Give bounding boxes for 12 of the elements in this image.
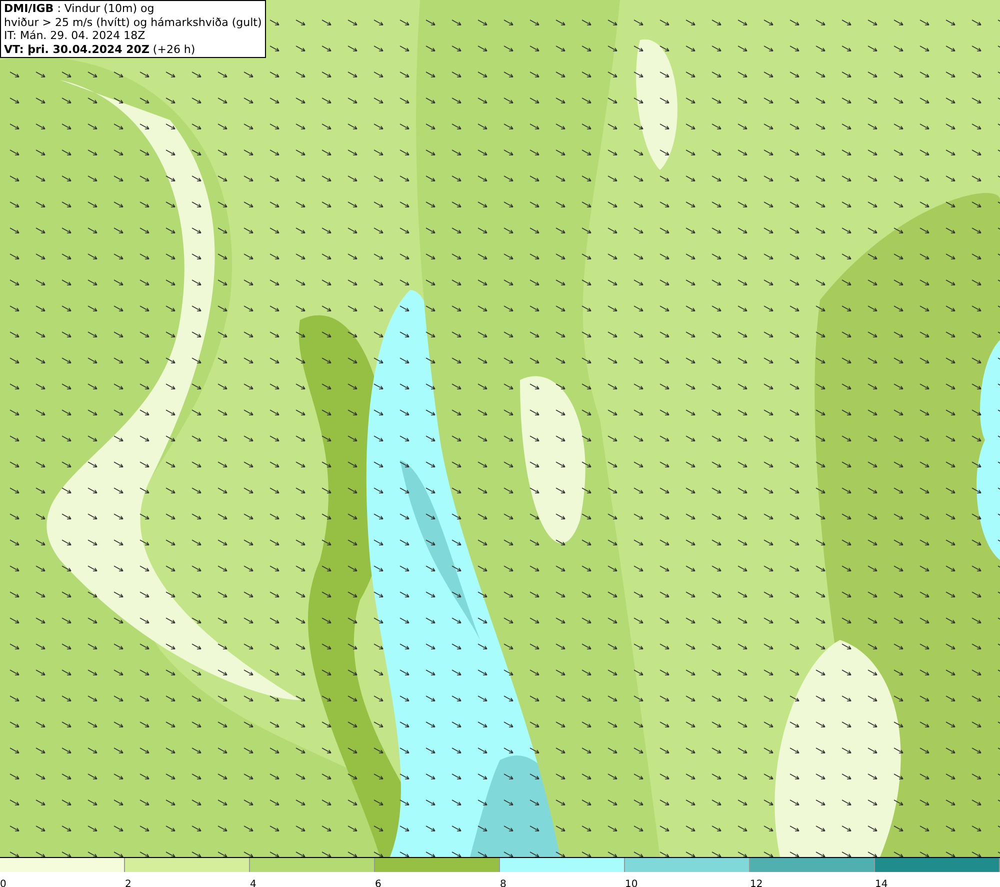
legend-tick-label: 14 [875,879,888,887]
map-info-text: IT: Mán. 29. 04. 2024 18Z [4,29,146,42]
legend-tick-label: 8 [500,879,506,887]
legend-tick-label: 4 [250,879,256,887]
map-info-text: hviður > 25 m/s (hvítt) og hámarkshviða (gult) [4,16,262,29]
legend-tick-label: 6 [375,879,382,887]
map-info-text: VT: þri. 30.04.2024 20Z (+26 h) [4,42,196,56]
legend-tick-label: 12 [750,879,763,887]
map-info-text: DMI/IGB : Vindur (10m) og [4,2,156,16]
legend-tick-label: 10 [625,879,638,887]
legend-tick-label: 2 [125,879,132,887]
legend-tick-label: 0 [0,879,6,887]
